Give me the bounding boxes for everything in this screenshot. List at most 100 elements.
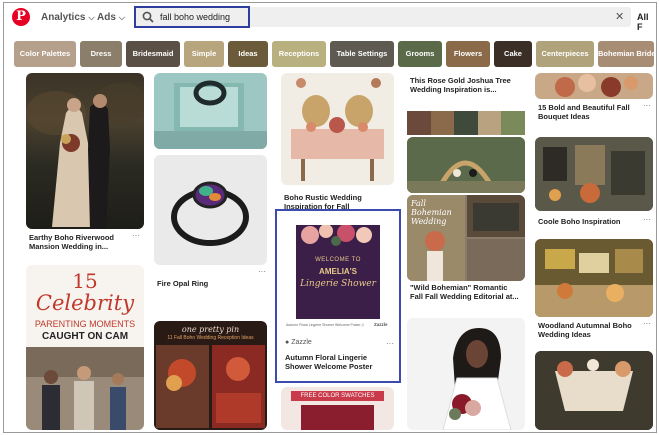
- pin-caption: This Rose Gold Joshua Tree Wedding Inspi…: [410, 76, 511, 94]
- swatch-card: [301, 405, 374, 430]
- couple-photo: [26, 83, 144, 229]
- chip-centerpieces[interactable]: Centerpieces: [536, 41, 594, 67]
- guided-search-chips: Color Palettes Dress Bridesmaid Simple Ideas…: [14, 41, 654, 67]
- more-options-icon[interactable]: ···: [386, 339, 394, 348]
- zazzle-icon: ●: [285, 339, 290, 346]
- source-brand: ● Zazzle: [285, 339, 312, 346]
- pin-bride-portrait[interactable]: [407, 318, 525, 430]
- analytics-label: Analytics: [41, 12, 86, 23]
- pin-palette-strip[interactable]: [407, 111, 525, 135]
- chip-dress[interactable]: Dress: [80, 41, 122, 67]
- subhead-text-2: CAUGHT ON CAM: [41, 331, 129, 342]
- ring-box-photo: [154, 80, 267, 149]
- pin-caption: Autumn Floral Lingerie Shower Welcome Po…: [285, 353, 373, 371]
- palette-swatches: [407, 111, 525, 135]
- pin-woodland-autumnal[interactable]: Woodland Autumnal Boho Wedding Ideas ···: [535, 239, 653, 343]
- pin-coole-boho[interactable]: Coole Boho Inspiration ···: [535, 137, 653, 229]
- pin-image: [407, 318, 525, 430]
- chip-color-palettes[interactable]: Color Palettes: [14, 41, 76, 67]
- sweetheart-table-photo: [281, 73, 394, 185]
- chip-ideas[interactable]: Ideas: [228, 41, 268, 67]
- pin-image: [154, 73, 267, 149]
- fine-brand: Zazzle: [374, 322, 388, 327]
- pin-image: [407, 137, 525, 193]
- fine-print: Autumn Floral Lingerie Shower Welcome Po…: [286, 323, 364, 327]
- dessert-table-photo: [535, 239, 653, 317]
- brand-text: one pretty pin: [181, 325, 240, 334]
- pinterest-logo-icon[interactable]: P: [12, 8, 30, 26]
- boho-decor-photo: [535, 137, 653, 211]
- pin-celebrity-moments[interactable]: 15 Celebrity PARENTING MOMENTS CAUGHT ON…: [26, 265, 144, 430]
- pin-caption: "Wild Bohemian" Romantic Fall Fall Weddi…: [410, 283, 519, 301]
- chip-simple[interactable]: Simple: [184, 41, 224, 67]
- swatch-banner: FREE COLOR SWATCHES: [291, 391, 384, 401]
- pin-image: [535, 73, 653, 99]
- more-options-icon[interactable]: ···: [258, 267, 266, 276]
- search-query: fall boho wedding: [160, 12, 231, 22]
- pin-caption: Coole Boho Inspiration: [538, 217, 621, 226]
- all-filters-button[interactable]: All F: [637, 12, 656, 32]
- pin-lingerie-poster[interactable]: WELCOME TO AMELIA'S Lingerie Shower Autu…: [282, 215, 395, 377]
- floral-decoration: [301, 225, 372, 246]
- pin-boho-rustic[interactable]: Boho Rustic Wedding Inspiration for Fall: [281, 73, 394, 213]
- search-input[interactable]: fall boho wedding: [134, 6, 250, 28]
- chevron-down-icon: ⌵: [88, 13, 95, 22]
- pin-arch-ceremony[interactable]: [407, 137, 525, 193]
- analytics-menu[interactable]: Analytics ⌵: [41, 12, 95, 23]
- pin-image: WELCOME TO AMELIA'S Lingerie Shower Autu…: [282, 215, 395, 335]
- pin-macrame-backdrop[interactable]: [535, 351, 653, 430]
- poster-line1: WELCOME TO: [315, 257, 361, 263]
- color-swatch: [501, 111, 525, 135]
- chip-cake[interactable]: Cake: [494, 41, 532, 67]
- bouquet-photo: [555, 74, 638, 97]
- chip-bridesmaid[interactable]: Bridesmaid: [126, 41, 180, 67]
- chip-grooms[interactable]: Grooms: [398, 41, 442, 67]
- chip-flowers[interactable]: Flowers: [446, 41, 490, 67]
- chip-table-settings[interactable]: Table Settings: [330, 41, 394, 67]
- street-photo: [26, 347, 144, 430]
- ads-menu[interactable]: Ads ⌵: [97, 12, 125, 23]
- color-swatch: [477, 111, 502, 135]
- chip-receptions[interactable]: Receptions: [272, 41, 326, 67]
- pin-color-swatches[interactable]: FREE COLOR SWATCHES: [281, 387, 394, 430]
- search-icon: [142, 11, 154, 23]
- pin-fire-opal-ring[interactable]: Fire Opal Ring ···: [154, 155, 267, 295]
- poster-line3: Lingerie Shower: [300, 279, 376, 289]
- pin-image: [26, 73, 144, 229]
- search-field-extension[interactable]: [250, 7, 631, 27]
- pinterest-window: P Analytics ⌵ Ads ⌵ fall boho wedding ✕ Al…: [3, 2, 657, 433]
- pin-earthy-boho[interactable]: Earthy Boho Riverwood Mansion Wedding in…: [26, 73, 144, 251]
- pin-ring-box[interactable]: [154, 73, 267, 151]
- pin-fall-bouquet[interactable]: 15 Bold and Beautiful Fall Bouquet Ideas…: [535, 73, 653, 125]
- pin-image: [535, 239, 653, 317]
- more-options-icon[interactable]: ···: [643, 319, 651, 328]
- number-text: 15: [72, 269, 98, 293]
- more-options-icon[interactable]: ···: [643, 215, 651, 224]
- color-swatch: [407, 111, 431, 135]
- chip-bohemian-bride[interactable]: Bohemian Bride: [598, 41, 654, 67]
- overlay-text: Fall Bohemian Wedding: [411, 199, 452, 226]
- pin-caption: Woodland Autumnal Boho Wedding Ideas: [538, 321, 632, 339]
- ads-label: Ads: [97, 12, 116, 23]
- bride-photo: [407, 318, 525, 430]
- clear-search-icon[interactable]: ✕: [615, 10, 624, 23]
- more-options-icon[interactable]: ···: [132, 231, 140, 240]
- pin-caption: 15 Bold and Beautiful Fall Bouquet Ideas: [538, 103, 630, 121]
- more-options-icon[interactable]: ···: [643, 101, 651, 110]
- pin-wild-bohemian[interactable]: Fall Bohemian Wedding "Wild Bohemian" Ro…: [407, 195, 525, 305]
- pin-one-pretty[interactable]: one pretty pin 11 Fall Boho Wedding Rece…: [154, 321, 267, 430]
- pin-image: [154, 155, 267, 265]
- pin-image: FREE COLOR SWATCHES: [281, 387, 394, 430]
- ceremony-photo: [407, 137, 525, 193]
- poster-line2: AMELIA'S: [319, 267, 357, 276]
- pin-image: [535, 137, 653, 211]
- source-label: Zazzle: [291, 339, 312, 346]
- pin-image: [535, 351, 653, 430]
- chevron-down-icon: ⌵: [118, 13, 125, 22]
- pin-caption: Fire Opal Ring: [157, 279, 209, 288]
- pin-rose-gold[interactable]: This Rose Gold Joshua Tree Wedding Inspi…: [407, 73, 525, 109]
- color-swatch: [454, 111, 478, 135]
- opal-ring-photo: [171, 181, 249, 246]
- pin-image: 15 Celebrity PARENTING MOMENTS CAUGHT ON…: [26, 265, 144, 430]
- top-bar: P Analytics ⌵ Ads ⌵ fall boho wedding ✕ Al…: [4, 3, 656, 33]
